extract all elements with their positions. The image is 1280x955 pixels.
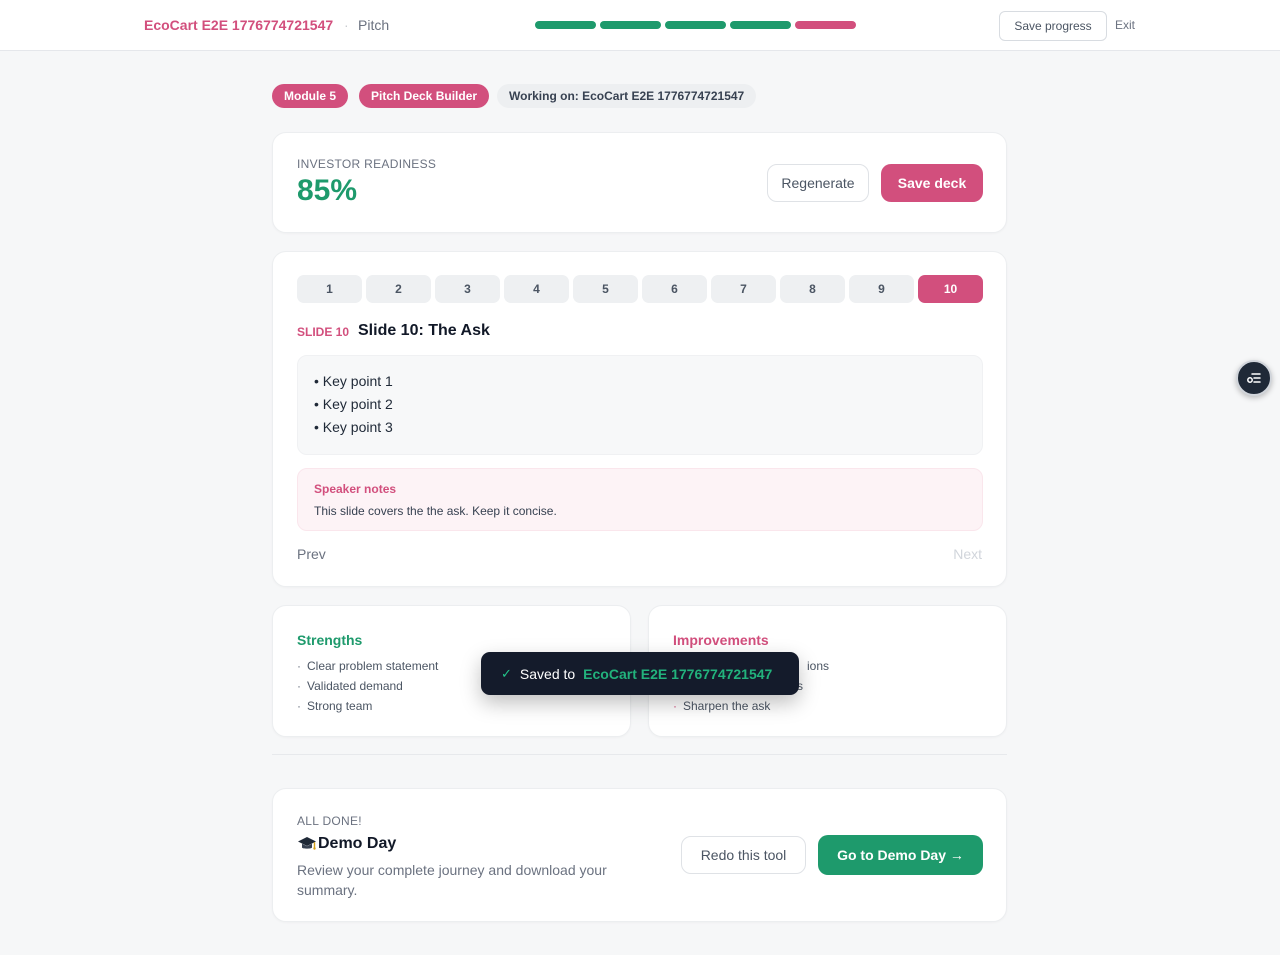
top-bar: EcoCart E2E 1776774721547 · Pitch Save p… [0, 0, 1280, 51]
next-slide-button[interactable]: Next [953, 546, 982, 562]
graduation-cap-icon [297, 834, 317, 854]
slide-point: • Key point 1 [314, 373, 393, 389]
speaker-notes: Speaker notes This slide covers the the … [297, 468, 983, 531]
slide-tabs: 1 2 3 4 5 6 7 8 9 10 [297, 275, 983, 303]
brand-name[interactable]: EcoCart E2E 1776774721547 [144, 17, 333, 33]
readiness-card: INVESTOR READINESS 85% Regenerate Save d… [272, 132, 1007, 233]
toast-target: EcoCart E2E 1776774721547 [583, 665, 773, 682]
check-icon: ✓ [501, 665, 512, 681]
progress-segment [730, 21, 791, 29]
save-progress-button[interactable]: Save progress [999, 11, 1107, 41]
saved-toast: ✓ Saved to EcoCart E2E 1776774721547 [481, 652, 799, 695]
progress-segment [795, 21, 856, 29]
all-done-label: ALL DONE! [297, 814, 362, 828]
slide-point: • Key point 2 [314, 396, 393, 412]
slide-tab[interactable]: 4 [504, 275, 569, 303]
next-step-title: Demo Day [297, 834, 396, 854]
readiness-score: 85% [297, 174, 358, 207]
slide-tab[interactable]: 3 [435, 275, 500, 303]
list-item: · Clear problem statement [297, 659, 439, 673]
readiness-label: INVESTOR READINESS [297, 157, 437, 171]
slide-tab[interactable]: 2 [366, 275, 431, 303]
floating-menu-button[interactable] [1236, 360, 1272, 396]
slide-content: • Key point 1 • Key point 2 • Key point … [297, 355, 983, 455]
speaker-notes-label: Speaker notes [314, 482, 397, 496]
module-badge: Module 5 [272, 84, 349, 108]
redo-tool-button[interactable]: Redo this tool [681, 836, 806, 874]
prev-slide-button[interactable]: Prev [297, 546, 326, 562]
list-item: · Strong team [297, 699, 373, 713]
progress-segment [665, 21, 726, 29]
slide-tab[interactable]: 1 [297, 275, 362, 303]
improvements-title: Improvements [673, 632, 769, 648]
slide-tab[interactable]: 7 [711, 275, 776, 303]
slide-title: Slide 10: The Ask [358, 322, 490, 339]
tool-badge: Pitch Deck Builder [359, 84, 490, 108]
save-deck-button[interactable]: Save deck [881, 164, 983, 202]
breadcrumb-separator: · [344, 17, 349, 33]
breadcrumb-current: Pitch [358, 17, 390, 33]
slide-tab[interactable]: 5 [573, 275, 638, 303]
regenerate-button[interactable]: Regenerate [767, 164, 869, 202]
go-to-demo-day-button[interactable]: Go to Demo Day → [818, 835, 983, 875]
slide-tab[interactable]: 6 [642, 275, 707, 303]
list-settings-icon [1245, 369, 1263, 387]
all-done-card: ALL DONE! Demo Day Review your complete … [272, 788, 1007, 922]
slide-number-label: SLIDE 10 [297, 325, 350, 339]
progress-segment [600, 21, 661, 29]
toast-prefix: Saved to [519, 665, 576, 682]
speaker-notes-text: This slide covers the the ask. Keep it c… [314, 504, 557, 518]
slide-point: • Key point 3 [314, 419, 393, 435]
module-progress [535, 21, 856, 29]
slide-tab[interactable]: 9 [849, 275, 914, 303]
strengths-list: · Clear problem statement · Validated dema… [297, 659, 438, 719]
section-divider [272, 754, 1007, 755]
slide-tab[interactable]: 8 [780, 275, 845, 303]
list-item: · Validated demand [297, 679, 403, 693]
demo-day-description: Review your complete journey and downloa… [297, 862, 607, 898]
list-item: · Sharpen the ask [673, 699, 771, 713]
demo-day-title: Demo Day [318, 835, 397, 852]
slide-card: 1 2 3 4 5 6 7 8 9 10 SLIDE 10 Slide 10: The Ask •… [272, 251, 1007, 587]
slide-tab[interactable]: 10 [918, 275, 983, 303]
progress-segment [535, 21, 596, 29]
strengths-title: Strengths [297, 632, 363, 648]
exit-link[interactable]: Exit [1115, 18, 1135, 32]
working-on-badge: Working on: EcoCart E2E 1776774721547 [497, 84, 757, 108]
